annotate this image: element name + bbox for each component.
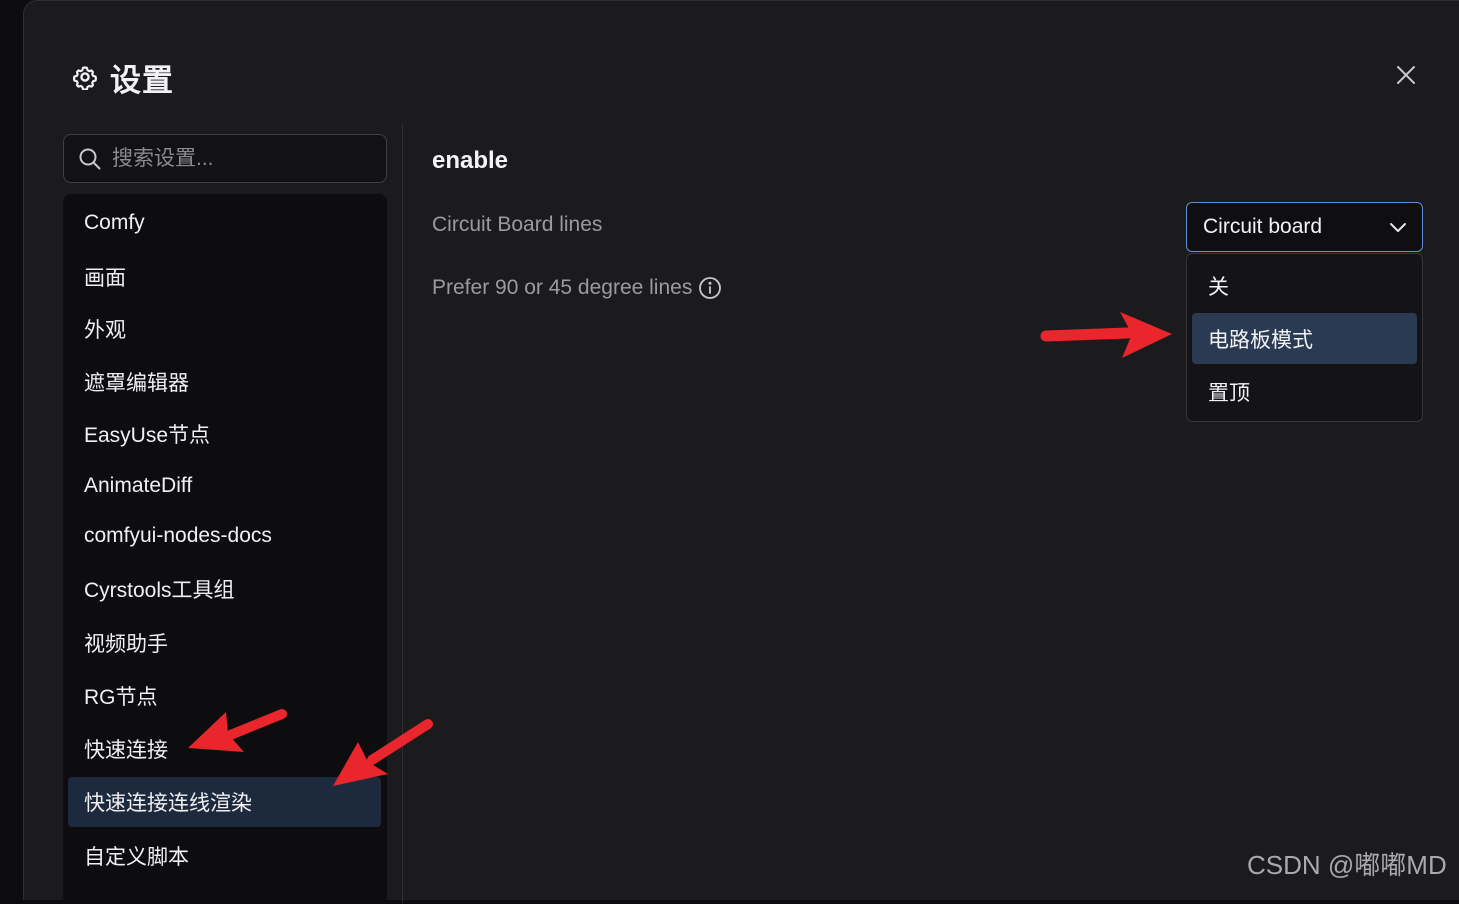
panel-divider xyxy=(402,123,403,903)
close-icon xyxy=(1397,66,1415,84)
dialog-header: 设置 xyxy=(72,57,174,98)
setting-label-text: Circuit Board lines xyxy=(432,213,603,236)
setting-label-circuit-board: Circuit Board lines xyxy=(432,213,602,237)
watermark: CSDN @嘟嘟MD xyxy=(1247,850,1447,880)
sidebar-item-animatediff[interactable]: AnimateDiff xyxy=(68,461,381,511)
sidebar-item-nodes-docs[interactable]: comfyui-nodes-docs xyxy=(68,511,381,561)
search-box[interactable] xyxy=(63,134,387,183)
sidebar-item-comfy[interactable]: Comfy xyxy=(68,198,381,248)
sidebar-item-appearance[interactable]: 外观 xyxy=(68,304,381,354)
sidebar-item-quick-connect-render[interactable]: 快速连接连线渲染 xyxy=(68,777,381,827)
select-value: Circuit board xyxy=(1203,215,1323,238)
option-on-top[interactable]: 置顶 xyxy=(1192,366,1417,417)
setting-label-text: Prefer 90 or 45 degree lines xyxy=(432,276,693,299)
sidebar-item-quick-connect[interactable]: 快速连接 xyxy=(68,724,381,774)
option-off[interactable]: 关 xyxy=(1192,260,1417,311)
circuit-board-select[interactable]: Circuit board xyxy=(1186,202,1423,252)
sidebar-item-rg-nodes[interactable]: RG节点 xyxy=(68,671,381,721)
search-icon xyxy=(79,148,101,169)
close-button[interactable] xyxy=(1392,61,1420,89)
option-circuit-board-mode[interactable]: 电路板模式 xyxy=(1192,313,1417,364)
sidebar-item-custom-scripts[interactable]: 自定义脚本 xyxy=(68,831,381,881)
setting-label-prefer-angle: Prefer 90 or 45 degree lines xyxy=(432,276,722,300)
section-title: enable xyxy=(432,147,509,174)
sidebar-item-cyrstools[interactable]: Cyrstools工具组 xyxy=(68,564,381,614)
sidebar-item-canvas[interactable]: 画面 xyxy=(68,252,381,302)
gear-icon xyxy=(72,63,100,91)
info-icon[interactable] xyxy=(698,276,722,300)
sidebar-item-easyuse[interactable]: EasyUse节点 xyxy=(68,409,381,459)
settings-dialog: 设置 Comfy 画面 外观 遮罩编辑器 EasyUse节点 AnimateDi… xyxy=(23,0,1459,904)
sidebar-item-mask-editor[interactable]: 遮罩编辑器 xyxy=(68,357,381,407)
chevron-down-icon xyxy=(1390,223,1406,232)
select-dropdown: 关 电路板模式 置顶 xyxy=(1186,253,1423,422)
settings-sidebar: Comfy 画面 外观 遮罩编辑器 EasyUse节点 AnimateDiff … xyxy=(63,194,387,904)
sidebar-item-video-helper[interactable]: 视频助手 xyxy=(68,618,381,668)
search-input[interactable] xyxy=(112,146,362,171)
dialog-title: 设置 xyxy=(110,62,174,98)
